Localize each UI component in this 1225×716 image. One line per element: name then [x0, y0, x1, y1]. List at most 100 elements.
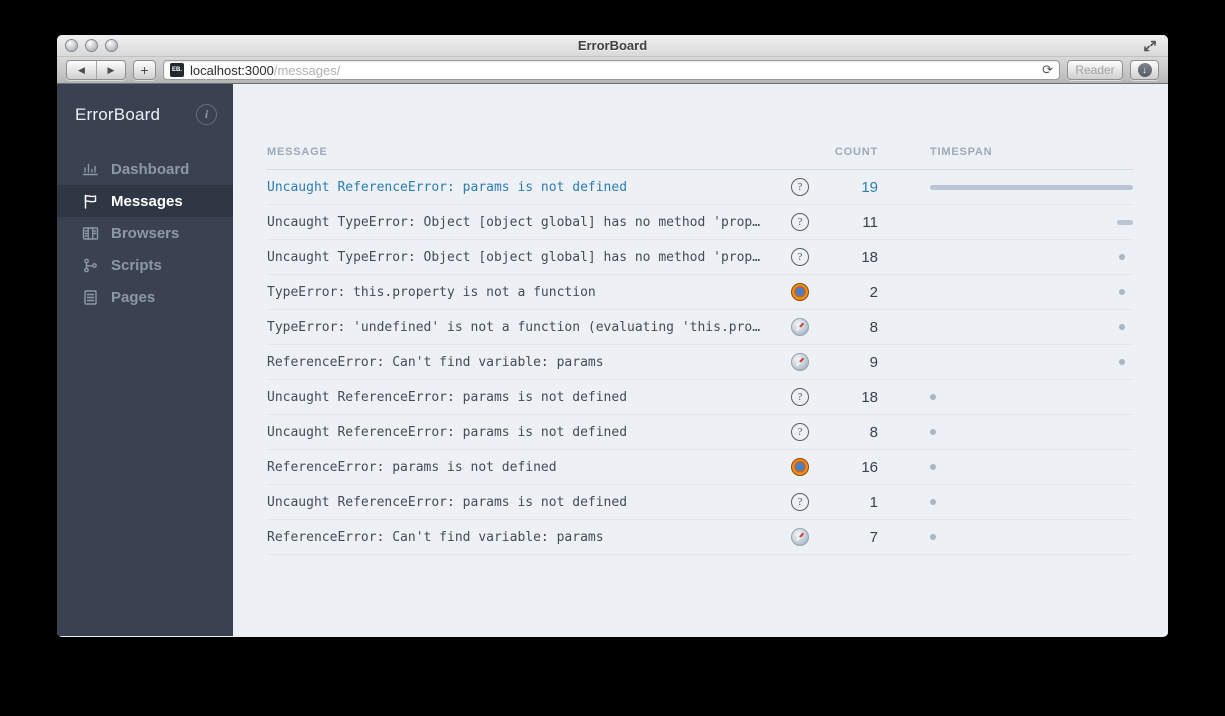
- timespan-dot: [1118, 323, 1125, 330]
- table-row[interactable]: Uncaught TypeError: Object [object globa…: [267, 205, 1133, 240]
- fullscreen-icon[interactable]: [1142, 38, 1158, 54]
- app-logo: ErrorBoard: [75, 104, 161, 124]
- table-row[interactable]: TypeError: this.property is not a functi…: [267, 275, 1133, 310]
- branch-icon: [82, 257, 99, 274]
- count-cell: 18: [861, 248, 878, 266]
- sidebar-item-label: Browsers: [111, 224, 180, 242]
- firefox-browser-icon: [791, 283, 809, 301]
- refresh-icon[interactable]: ⟳: [1042, 62, 1053, 78]
- table-header: MESSAGE COUNT TIMESPAN: [267, 146, 1133, 170]
- forward-button[interactable]: ▶: [96, 61, 125, 79]
- address-bar[interactable]: EB. localhost:3000/messages/ ⟳: [163, 60, 1060, 80]
- url-path: /messages/: [273, 62, 341, 78]
- timespan-dot: [930, 463, 937, 470]
- timespan-bar: [1116, 219, 1133, 225]
- timespan-cell: [930, 170, 1133, 205]
- message-cell[interactable]: Uncaught TypeError: Object [object globa…: [267, 250, 780, 265]
- message-cell[interactable]: ReferenceError: Can't find variable: par…: [267, 355, 780, 370]
- count-cell: 8: [869, 318, 878, 336]
- table-row[interactable]: Uncaught ReferenceError: params is not d…: [267, 415, 1133, 450]
- sidebar: ErrorBoard i Dashboard Messages Browsers…: [57, 84, 233, 636]
- count-cell: 9: [869, 353, 878, 371]
- info-icon[interactable]: i: [196, 104, 217, 125]
- timespan-dot: [930, 428, 937, 435]
- url-text: localhost:3000/messages/: [190, 63, 1036, 78]
- message-cell[interactable]: ReferenceError: params is not defined: [267, 460, 780, 475]
- table-row[interactable]: ReferenceError: Can't find variable: par…: [267, 520, 1133, 555]
- timespan-cell: [930, 205, 1133, 240]
- timespan-bar: [930, 184, 1133, 190]
- safari-browser-icon: [791, 353, 809, 371]
- message-cell[interactable]: Uncaught ReferenceError: params is not d…: [267, 425, 780, 440]
- back-button[interactable]: ◀: [67, 61, 96, 79]
- table-row[interactable]: Uncaught TypeError: Object [object globa…: [267, 240, 1133, 275]
- column-header-message: MESSAGE: [267, 146, 328, 158]
- timespan-dot: [930, 498, 937, 505]
- count-cell: 2: [869, 283, 878, 301]
- sidebar-item-dashboard[interactable]: Dashboard: [57, 153, 233, 185]
- sidebar-item-label: Pages: [111, 288, 156, 306]
- unknown-browser-icon: ?: [791, 493, 809, 511]
- table-body: Uncaught ReferenceError: params is not d…: [267, 170, 1133, 555]
- timespan-cell: [930, 240, 1133, 275]
- message-cell[interactable]: Uncaught ReferenceError: params is not d…: [267, 495, 780, 510]
- message-cell[interactable]: TypeError: 'undefined' is not a function…: [267, 320, 780, 335]
- count-cell: 19: [861, 178, 878, 196]
- sidebar-item-messages[interactable]: Messages: [57, 185, 233, 217]
- sidebar-item-browsers[interactable]: Browsers: [57, 217, 233, 249]
- table-row[interactable]: Uncaught ReferenceError: params is not d…: [267, 485, 1133, 520]
- count-cell: 1: [869, 493, 878, 511]
- timespan-dot: [1118, 253, 1125, 260]
- messages-page: MESSAGE COUNT TIMESPAN Uncaught Referenc…: [233, 84, 1168, 636]
- reader-button[interactable]: Reader: [1067, 60, 1123, 80]
- new-tab-button[interactable]: +: [133, 60, 156, 80]
- columns-icon: [82, 225, 99, 242]
- message-cell[interactable]: Uncaught TypeError: Object [object globa…: [267, 215, 780, 230]
- count-cell: 16: [861, 458, 878, 476]
- timespan-cell: [930, 485, 1133, 520]
- table-row[interactable]: TypeError: 'undefined' is not a function…: [267, 310, 1133, 345]
- timespan-cell: [930, 450, 1133, 485]
- sidebar-item-label: Messages: [111, 192, 183, 210]
- sidebar-item-pages[interactable]: Pages: [57, 281, 233, 313]
- timespan-dot: [930, 533, 937, 540]
- browser-window: ErrorBoard ◀ ▶ + EB. localhost:3000/mess…: [57, 35, 1168, 637]
- sidebar-nav: Dashboard Messages Browsers Scripts Page…: [57, 153, 233, 313]
- timespan-cell: [930, 415, 1133, 450]
- unknown-browser-icon: ?: [791, 423, 809, 441]
- count-cell: 8: [869, 423, 878, 441]
- timespan-dot: [930, 393, 937, 400]
- titlebar: ErrorBoard: [57, 35, 1168, 57]
- url-host: localhost:3000: [190, 62, 274, 78]
- window-title: ErrorBoard: [577, 38, 648, 53]
- unknown-browser-icon: ?: [791, 388, 809, 406]
- timespan-cell: [930, 275, 1133, 310]
- message-cell[interactable]: TypeError: this.property is not a functi…: [267, 285, 780, 300]
- timespan-cell: [930, 345, 1133, 380]
- timespan-cell: [930, 520, 1133, 555]
- unknown-browser-icon: ?: [791, 213, 809, 231]
- unknown-browser-icon: ?: [791, 178, 809, 196]
- table-row[interactable]: Uncaught ReferenceError: params is not d…: [267, 380, 1133, 415]
- download-icon: ↓: [1137, 63, 1152, 77]
- count-cell: 7: [869, 528, 878, 546]
- site-favicon: EB.: [170, 63, 184, 77]
- sidebar-item-scripts[interactable]: Scripts: [57, 249, 233, 281]
- downloads-button[interactable]: ↓: [1130, 60, 1159, 80]
- table-row[interactable]: Uncaught ReferenceError: params is not d…: [267, 170, 1133, 205]
- flag-icon: [82, 193, 99, 210]
- sidebar-item-label: Dashboard: [111, 160, 190, 178]
- timespan-cell: [930, 380, 1133, 415]
- message-cell[interactable]: Uncaught ReferenceError: params is not d…: [267, 180, 780, 195]
- timespan-cell: [930, 310, 1133, 345]
- sidebar-item-label: Scripts: [111, 256, 162, 274]
- column-header-count: COUNT: [834, 146, 878, 158]
- unknown-browser-icon: ?: [791, 248, 809, 266]
- safari-browser-icon: [791, 318, 809, 336]
- message-cell[interactable]: ReferenceError: Can't find variable: par…: [267, 530, 780, 545]
- firefox-browser-icon: [791, 458, 809, 476]
- browser-toolbar: ◀ ▶ + EB. localhost:3000/messages/ ⟳ Rea…: [57, 57, 1168, 84]
- message-cell[interactable]: Uncaught ReferenceError: params is not d…: [267, 390, 780, 405]
- table-row[interactable]: ReferenceError: params is not defined 16: [267, 450, 1133, 485]
- table-row[interactable]: ReferenceError: Can't find variable: par…: [267, 345, 1133, 380]
